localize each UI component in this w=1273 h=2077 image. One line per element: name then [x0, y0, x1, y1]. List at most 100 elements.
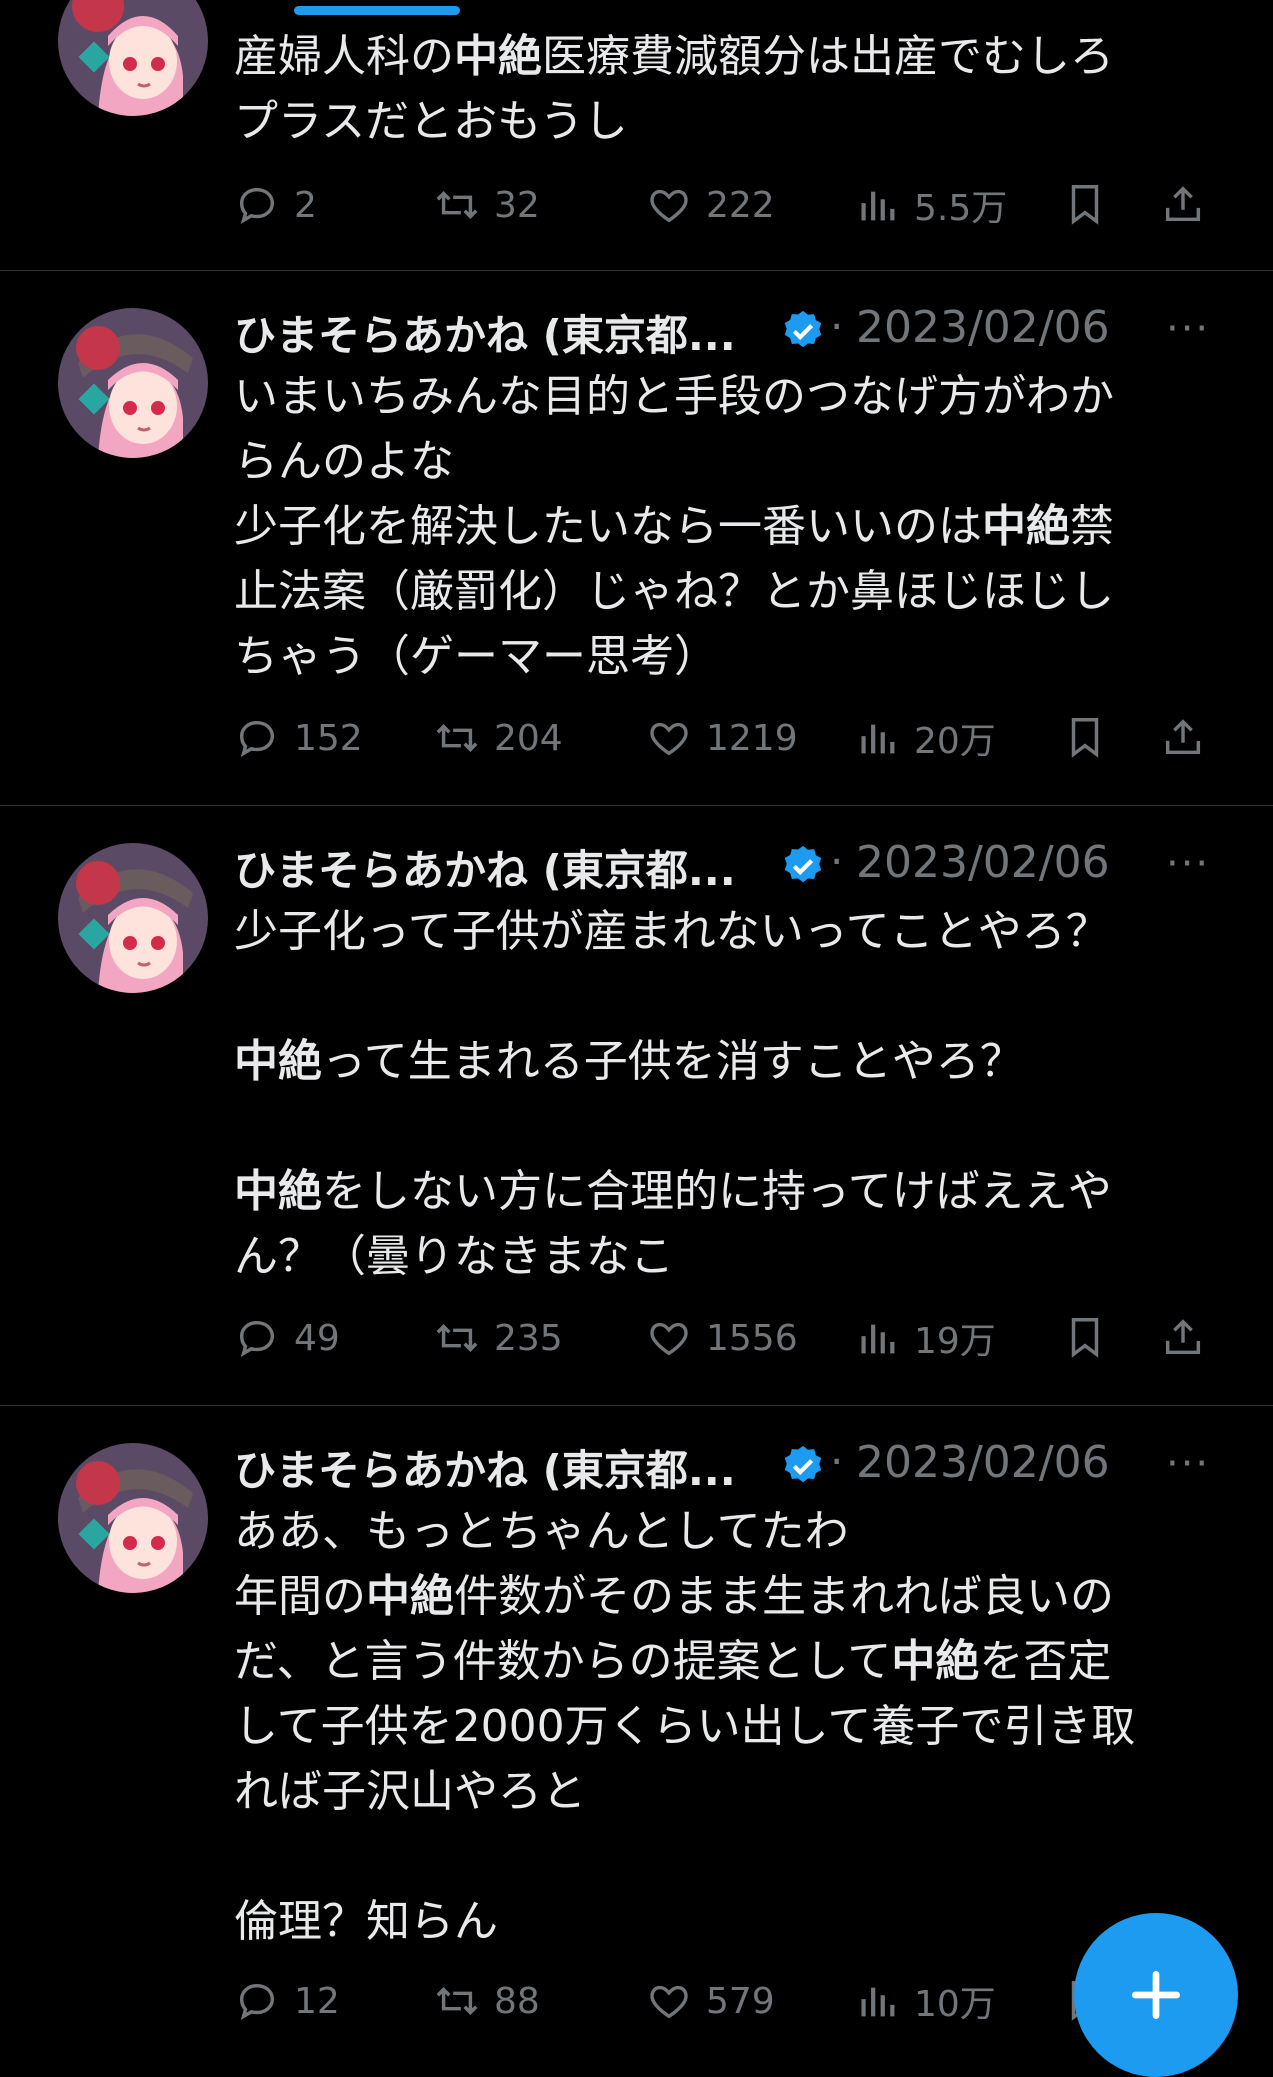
tweet-text-segment: って生まれる子供を消すことやろ？	[322, 1036, 1024, 1087]
share-icon[interactable]	[1160, 181, 1206, 227]
tweet-text: いまいちみんな目的と手段のつなげ方がわか らんのよな 少子化を解決したいなら一番…	[234, 364, 1204, 689]
tweet-text-segment: 産婦人科の	[234, 31, 454, 82]
reply-icon	[239, 187, 275, 224]
like-count: 1556	[706, 1317, 798, 1359]
retweet-count: 88	[494, 1980, 540, 2022]
retweet-icon	[436, 191, 478, 219]
tweet-date[interactable]: 2023/02/06	[856, 837, 1110, 888]
avatar-image	[58, 0, 208, 116]
verified-icon	[784, 1445, 822, 1483]
retweet-button[interactable]: 204	[434, 708, 563, 768]
compose-button[interactable]	[1074, 1913, 1238, 2077]
avatar[interactable]	[58, 308, 208, 458]
views-icon	[861, 191, 895, 221]
author-name[interactable]: ひまそらあかね (東京都...	[234, 302, 736, 363]
retweet-count: 204	[494, 717, 563, 759]
views-icon	[861, 1324, 895, 1354]
tweet-actions: 152 204 1219 20万	[234, 708, 1234, 768]
like-count: 579	[706, 1980, 775, 2022]
tweet-text: 少子化って子供が産まれないってことやろ？ 中絶って生まれる子供を消すことやろ？ …	[234, 899, 1204, 1289]
like-count: 222	[706, 184, 775, 226]
verified-icon	[784, 845, 822, 883]
separator-dot: ·	[830, 1437, 844, 1486]
like-icon	[650, 189, 688, 223]
like-icon	[650, 1985, 688, 2019]
retweet-icon	[436, 724, 478, 752]
reply-icon	[239, 1983, 275, 2020]
share-icon[interactable]	[1160, 1314, 1206, 1360]
retweet-count: 235	[494, 1317, 563, 1359]
retweet-button[interactable]: 235	[434, 1308, 563, 1368]
highlighted-term: 中絶	[982, 501, 1070, 552]
like-icon	[650, 722, 688, 756]
views-icon	[861, 724, 895, 754]
retweet-icon	[436, 1324, 478, 1352]
verified-icon	[784, 310, 822, 348]
like-button[interactable]: 579	[646, 1971, 775, 2031]
reply-button[interactable]: 49	[234, 1308, 340, 1368]
tweet-date[interactable]: 2023/02/06	[856, 1437, 1110, 1488]
views-count: 5.5万	[914, 188, 1008, 229]
reply-button[interactable]: 152	[234, 708, 363, 768]
views-button[interactable]: 10万	[854, 1971, 996, 2031]
reply-count: 49	[294, 1317, 340, 1359]
more-icon[interactable]: ···	[1166, 841, 1210, 887]
reply-count: 152	[294, 717, 363, 759]
retweet-count: 32	[494, 184, 540, 226]
tweet-actions: 2 32 222 5.5万	[234, 175, 1234, 235]
tweet-date[interactable]: 2023/02/06	[856, 302, 1110, 353]
author-name[interactable]: ひまそらあかね (東京都...	[234, 837, 736, 898]
views-count: 20万	[914, 721, 996, 762]
tweet-header: ひまそらあかね (東京都... · 2023/02/06 ···	[234, 831, 1234, 895]
like-button[interactable]: 1556	[646, 1308, 798, 1368]
views-button[interactable]: 19万	[854, 1308, 996, 1368]
more-icon[interactable]: ···	[1166, 1441, 1210, 1487]
views-count: 10万	[914, 1984, 996, 2025]
bookmark-icon[interactable]	[1062, 714, 1108, 760]
tweet-actions: 49 235 1556 19万	[234, 1308, 1234, 1368]
avatar[interactable]	[58, 843, 208, 993]
tweet[interactable]: 産婦人科の中絶医療費減額分は出産でむしろ プラスだとおもうし 2 32 222 …	[0, 0, 1273, 271]
avatar-image	[58, 1443, 208, 1593]
like-button[interactable]: 222	[646, 175, 775, 235]
bookmark-icon[interactable]	[1062, 1314, 1108, 1360]
separator-dot: ·	[830, 837, 844, 886]
views-button[interactable]: 20万	[854, 708, 996, 768]
tweet[interactable]: ひまそらあかね (東京都... · 2023/02/06 ··· 少子化って子供…	[0, 805, 1273, 1406]
avatar[interactable]	[58, 1443, 208, 1593]
like-button[interactable]: 1219	[646, 708, 798, 768]
reply-button[interactable]: 12	[234, 1971, 340, 2031]
retweet-button[interactable]: 88	[434, 1971, 540, 2031]
author-name[interactable]: ひまそらあかね (東京都...	[234, 1437, 736, 1498]
tweet-text: 産婦人科の中絶医療費減額分は出産でむしろ プラスだとおもうし	[234, 24, 1204, 154]
highlighted-term: 中絶	[454, 31, 542, 82]
reply-button[interactable]: 2	[234, 175, 317, 235]
tweet-header: ひまそらあかね (東京都... · 2023/02/06 ···	[234, 296, 1234, 360]
avatar-image	[58, 308, 208, 458]
tweet[interactable]: ひまそらあかね (東京都... · 2023/02/06 ··· ああ、もっとち…	[0, 1405, 1273, 2048]
compose-plus-icon	[1131, 1970, 1181, 2020]
highlighted-term: 中絶	[234, 1166, 322, 1217]
highlighted-term: 中絶	[891, 1636, 980, 1687]
views-button[interactable]: 5.5万	[854, 175, 1007, 235]
highlighted-term: 中絶	[366, 1571, 454, 1622]
separator-dot: ·	[830, 302, 844, 351]
views-count: 19万	[914, 1321, 996, 1362]
reply-count: 2	[294, 184, 317, 226]
retweet-icon	[436, 1987, 478, 2015]
like-count: 1219	[706, 717, 798, 759]
avatar[interactable]	[58, 0, 208, 116]
tweet-text-segment: 少子化って子供が産まれないってことやろ？	[234, 906, 1110, 957]
highlighted-term: 中絶	[234, 1036, 322, 1087]
avatar-image	[58, 843, 208, 993]
tweet-text-segment: をしない方に合理的に持ってけばええや ん？（曇りなきまなこ	[234, 1166, 1112, 1282]
tweet[interactable]: ひまそらあかね (東京都... · 2023/02/06 ··· いまいちみんな…	[0, 270, 1273, 806]
views-icon	[861, 1987, 895, 2017]
tweet-text: ああ、もっとちゃんとしてたわ 年間の中絶件数がそのまま生まれれば良いの だ、と言…	[234, 1499, 1204, 1954]
retweet-button[interactable]: 32	[434, 175, 540, 235]
like-icon	[650, 1322, 688, 1356]
share-icon[interactable]	[1160, 714, 1206, 760]
bookmark-icon[interactable]	[1062, 181, 1108, 227]
tweet-header: ひまそらあかね (東京都... · 2023/02/06 ···	[234, 1431, 1234, 1495]
more-icon[interactable]: ···	[1166, 306, 1210, 352]
